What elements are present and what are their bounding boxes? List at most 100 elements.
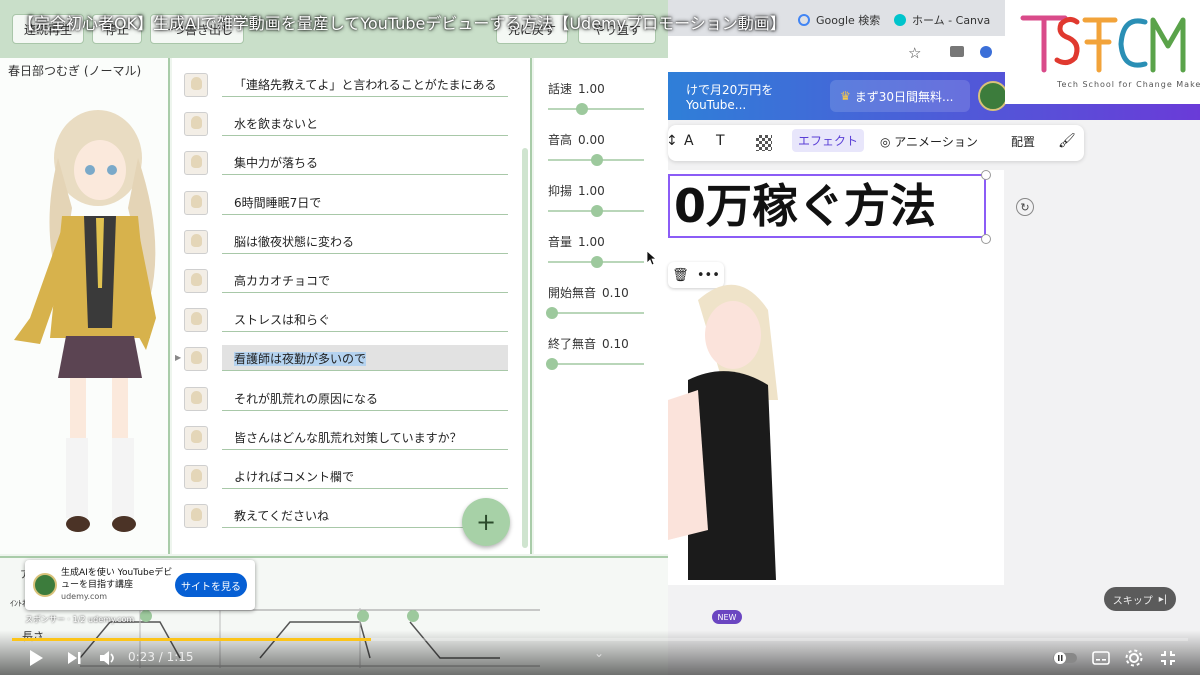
settings-gear-icon[interactable] (1125, 649, 1143, 667)
param-label: 音高 0.00 (548, 133, 605, 147)
character-avatar[interactable] (184, 425, 208, 450)
progress-bar[interactable] (12, 638, 1188, 641)
add-line-button[interactable]: + (462, 498, 510, 546)
line-text-input[interactable]: 高カカオチョコで (222, 267, 508, 293)
crown-icon: ♛ (840, 89, 851, 103)
extension-icon[interactable] (980, 46, 992, 58)
param-slider: 音量 1.00 (548, 233, 658, 283)
transparency-icon[interactable] (756, 135, 772, 151)
param-label: 音量 1.00 (548, 235, 605, 249)
volume-icon[interactable] (98, 649, 118, 667)
next-icon[interactable] (66, 650, 82, 666)
character-avatar[interactable] (184, 386, 208, 411)
character-avatar[interactable] (184, 190, 208, 215)
canva-icon (894, 14, 906, 26)
progress-fill (12, 638, 371, 641)
visit-site-button[interactable]: サイトを見る (175, 573, 247, 597)
line-text-input[interactable]: 脳は徹夜状態に変わる (222, 228, 508, 254)
character-avatar[interactable] (184, 73, 208, 97)
line-text-input[interactable]: 6時間睡眠7日で (222, 189, 508, 215)
param-label: 開始無音 0.10 (548, 286, 629, 300)
text-line-row[interactable]: 高カカオチョコで (172, 260, 522, 299)
text-size-button[interactable]: T (716, 133, 725, 149)
exit-fullscreen-icon[interactable] (1160, 650, 1176, 666)
bookmark-star-icon[interactable]: ☆ (908, 44, 921, 62)
slider-knob[interactable] (591, 154, 603, 166)
param-slider: 音高 0.00 (548, 131, 658, 181)
video-title[interactable]: 【完全初心者OK】生成AIで雑学動画を量産してYouTubeデビューする方法【U… (18, 10, 818, 34)
position-button[interactable]: 配置 (1011, 133, 1035, 150)
video-player[interactable]: 連続再生 停止 一つ書き出し 元に戻す やり直す 春日部つむぎ (ノーマル) 「… (0, 0, 1200, 675)
free-trial-button[interactable]: ♛ まず30日間無料... (830, 80, 970, 112)
text-line-list: 「連絡先教えてよ」と言われることがたまにある 水を飲まないと 集中力が落ちる 6時間睡… (172, 58, 532, 554)
text-spacing-icon[interactable]: ↕ (666, 133, 678, 149)
param-slider: 終了無音 0.10 (546, 335, 658, 385)
character-avatar[interactable] (184, 504, 208, 529)
sponsor-ad-card[interactable]: 生成AIを使い YouTubeデビューを目指す講座 udemy.com サイトを… (25, 560, 255, 610)
line-text-input[interactable]: ストレスは和らぐ (222, 306, 508, 333)
text-style-button[interactable]: A (684, 133, 694, 149)
line-text-input[interactable]: 看護師は夜勤が多いので (222, 345, 508, 372)
character-avatar[interactable] (184, 465, 208, 489)
param-slider: 開始無音 0.10 (546, 284, 658, 334)
param-label: 話速 1.00 (548, 82, 605, 96)
tab-canva[interactable]: ホーム - Canva✕ (894, 6, 1014, 34)
rotate-icon[interactable]: ↻ (1016, 198, 1034, 216)
paint-roller-icon[interactable]: 🖌 (1058, 133, 1076, 149)
camera-icon[interactable] (950, 46, 964, 57)
promo-text: けで月20万円をYouTube... (686, 82, 774, 112)
line-text-input[interactable]: よければコメント欄で (222, 463, 508, 489)
skip-ad-button[interactable]: スキップ ▸| (1104, 587, 1176, 611)
text-line-row[interactable]: 脳は徹夜状態に変わる (172, 221, 522, 260)
param-label: 終了無音 0.10 (548, 337, 629, 351)
animation-button[interactable]: ◎ アニメーション (880, 133, 978, 150)
param-slider: 話速 1.00 (548, 80, 658, 130)
ad-title: 生成AIを使い YouTubeデビューを目指す講座 (61, 568, 173, 590)
text-line-row[interactable]: 6時間睡眠7日で (172, 182, 522, 221)
character-avatar[interactable] (184, 229, 208, 254)
time-display: 0:23 / 1:15 (128, 650, 194, 664)
character-panel: 春日部つむぎ (ノーマル) (0, 58, 170, 554)
text-line-row[interactable]: ▶ 看護師は夜勤が多いので (172, 338, 522, 377)
ad-logo (33, 573, 57, 597)
new-badge: NEW (712, 610, 742, 624)
design-canvas[interactable]: 0万稼ぐ方法 🗑 ••• (668, 170, 1004, 585)
tsfcm-logo (1020, 15, 1186, 73)
chevron-down-icon[interactable]: ⌄ (594, 646, 604, 660)
avatar[interactable] (978, 81, 1008, 111)
character-avatar[interactable] (184, 269, 208, 293)
line-text-input[interactable]: 「連絡先教えてよ」と言われることがたまにある (222, 71, 508, 97)
text-line-row[interactable]: ストレスは和らぐ (172, 299, 522, 338)
play-icon[interactable] (28, 649, 44, 667)
text-line-row[interactable]: 水を飲まないと (172, 103, 522, 142)
text-line-row[interactable]: それが肌荒れの原因になる (172, 378, 522, 417)
slider-track[interactable] (548, 108, 644, 110)
line-text-input[interactable]: 水を飲まないと (222, 110, 508, 137)
slider-knob[interactable] (546, 307, 558, 319)
slider-track[interactable] (548, 312, 644, 314)
effects-button[interactable]: エフェクト (792, 129, 865, 152)
slider-knob[interactable] (591, 256, 603, 268)
text-line-row[interactable]: 皆さんはどんな肌荒れ対策していますか？ (172, 417, 522, 456)
character-avatar[interactable] (184, 347, 208, 372)
slider-knob[interactable] (575, 103, 588, 115)
slider-track[interactable] (548, 363, 644, 365)
text-line-row[interactable]: 「連絡先教えてよ」と言われることがたまにある (172, 64, 522, 103)
text-line-row[interactable]: よければコメント欄で (172, 456, 522, 495)
line-list-scrollbar[interactable] (522, 148, 528, 548)
param-slider: 抑揚 1.00 (548, 182, 658, 232)
line-text-input[interactable]: 皆さんはどんな肌荒れ対策していますか？ (222, 424, 508, 450)
slider-knob[interactable] (546, 358, 558, 370)
slider-knob[interactable] (591, 205, 603, 217)
brand-tagline: Tech School for Change Makers (1057, 80, 1200, 89)
character-avatar[interactable] (184, 151, 208, 176)
autoplay-toggle[interactable] (1052, 651, 1078, 665)
character-avatar[interactable] (184, 112, 208, 137)
skip-next-icon: ▸| (1158, 593, 1168, 605)
intonation-label: ｲﾝﾄﾈ (10, 599, 26, 608)
subtitles-icon[interactable] (1092, 650, 1110, 666)
text-line-row[interactable]: 集中力が落ちる (172, 142, 522, 181)
line-text-input[interactable]: 集中力が落ちる (222, 149, 508, 176)
line-text-input[interactable]: それが肌荒れの原因になる (222, 385, 508, 411)
character-avatar[interactable] (184, 308, 208, 333)
